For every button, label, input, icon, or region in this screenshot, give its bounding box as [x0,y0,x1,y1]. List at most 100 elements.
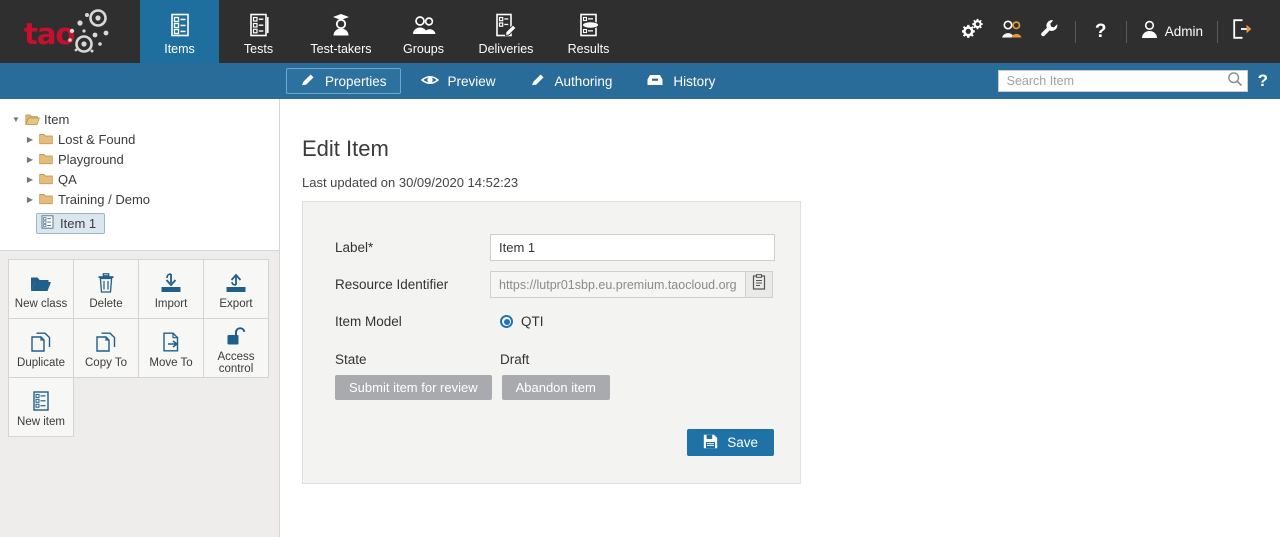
nav-item-results[interactable]: Results [549,0,628,63]
tree-node-qa[interactable]: ▶ QA [0,169,279,189]
move-icon [161,328,181,352]
label-input[interactable] [490,234,775,261]
required-marker: * [368,240,373,255]
tools-button[interactable] [1031,0,1069,63]
help-button[interactable]: ? [1082,0,1120,63]
logout-icon [1232,19,1254,44]
chevron-right-icon[interactable]: ▶ [24,195,36,204]
save-button[interactable]: Save [687,429,774,456]
delete-button[interactable]: Delete [73,259,139,319]
access-control-button[interactable]: Access control [203,318,269,378]
tree-label-lost-and-found: Lost & Found [58,132,135,147]
deliveries-icon [494,12,518,38]
page-title: Edit Item [302,136,389,162]
tree-label-playground: Playground [58,152,124,167]
nav-label-results: Results [568,42,610,56]
floppy-disk-icon [703,434,718,452]
copy-to-clipboard-button[interactable] [746,271,773,298]
search-area: ? [998,63,1272,99]
item-model-row: Item Model QTI [335,314,544,329]
item-properties-form: Label* Resource Identifier [302,201,801,484]
nav-item-groups[interactable]: Groups [384,0,463,63]
clipboard-icon [752,274,766,295]
copy-to-button[interactable]: Copy To [73,318,139,378]
copy-to-label: Copy To [85,357,127,369]
tab-properties[interactable]: Properties [286,68,401,94]
tree-node-lost-and-found[interactable]: ▶ Lost & Found [0,129,279,149]
open-folder-icon [30,269,52,293]
user-avatar-icon [1141,20,1158,44]
tree-label-item: Item [44,112,69,127]
tests-icon [248,12,270,38]
import-icon [160,269,182,293]
duplicate-icon [31,328,51,352]
chevron-right-icon[interactable]: ▶ [24,175,36,184]
tree-node-item[interactable]: ▼ Item [0,109,279,129]
user-menu[interactable]: Admin [1133,0,1211,63]
label-field-label: Label* [335,240,490,255]
tree-label-item-1: Item 1 [60,216,96,231]
logo-dots-icon [62,8,118,56]
duplicate-button[interactable]: Duplicate [8,318,74,378]
subnav-help-icon[interactable]: ? [1258,71,1272,91]
tab-history[interactable]: History [632,68,729,94]
tree-node-item-1[interactable]: Item 1 [0,212,279,234]
save-button-label: Save [727,435,758,450]
export-label: Export [219,298,252,310]
users-button[interactable] [993,0,1031,63]
search-box[interactable] [998,70,1248,92]
question-mark-icon: ? [1095,21,1107,43]
nav-item-deliveries[interactable]: Deliveries [463,0,549,63]
action-buttons-panel: New class Delete [0,251,280,436]
nav-label-groups: Groups [403,42,444,56]
tree-label-item-1-wrap: Item 1 [36,213,105,234]
submit-item-for-review-button[interactable]: Submit item for review [335,375,492,400]
state-value: Draft [500,352,529,367]
item-doc-icon [32,387,50,411]
new-item-button[interactable]: New item [8,377,74,437]
tree-node-playground[interactable]: ▶ Playground [0,149,279,169]
resource-identifier-input[interactable] [490,271,746,298]
label-field-row: Label* [335,234,775,261]
pencil-icon [300,72,316,91]
state-row: State Draft [335,352,529,367]
divider [1217,21,1218,43]
chevron-right-icon[interactable]: ▶ [24,135,36,144]
nav-item-tests[interactable]: Tests [219,0,298,63]
item-doc-icon [41,215,54,232]
groups-icon [411,12,437,38]
nav-item-items[interactable]: Items [140,0,219,63]
chevron-down-icon[interactable]: ▼ [10,115,22,124]
folder-icon [36,193,56,205]
tree-node-training-demo[interactable]: ▶ Training / Demo [0,189,279,209]
pencil-icon [530,72,546,91]
magnifier-icon[interactable] [1227,71,1243,92]
tao-logo[interactable]: tao [0,0,140,63]
nav-label-tests: Tests [244,42,273,56]
state-action-buttons: Submit item for review Abandon item [335,375,610,400]
logout-button[interactable] [1224,0,1262,63]
left-sidebar: ▼ Item ▶ Lost & Found ▶ [0,99,280,537]
tab-authoring[interactable]: Authoring [516,68,627,94]
gears-icon [962,18,986,45]
export-button[interactable]: Export [203,259,269,319]
nav-item-test-takers[interactable]: Test-takers [298,0,384,63]
tree-label-qa: QA [58,172,77,187]
copy-icon [96,328,116,352]
main-navigation: Items Tests [140,0,628,63]
move-to-button[interactable]: Move To [138,318,204,378]
trash-icon [97,269,115,293]
import-button[interactable]: Import [138,259,204,319]
settings-button[interactable] [955,0,993,63]
open-folder-icon [22,113,42,126]
radio-selected-icon[interactable] [500,315,513,328]
item-model-radio-qti[interactable]: QTI [500,314,544,329]
chevron-right-icon[interactable]: ▶ [24,155,36,164]
search-input[interactable] [1005,73,1227,89]
resource-tree: ▼ Item ▶ Lost & Found ▶ [0,99,279,251]
new-class-button[interactable]: New class [8,259,74,319]
users-icon [1000,18,1024,45]
results-icon [577,12,601,38]
tab-preview[interactable]: Preview [407,68,510,94]
abandon-item-button[interactable]: Abandon item [502,375,610,400]
